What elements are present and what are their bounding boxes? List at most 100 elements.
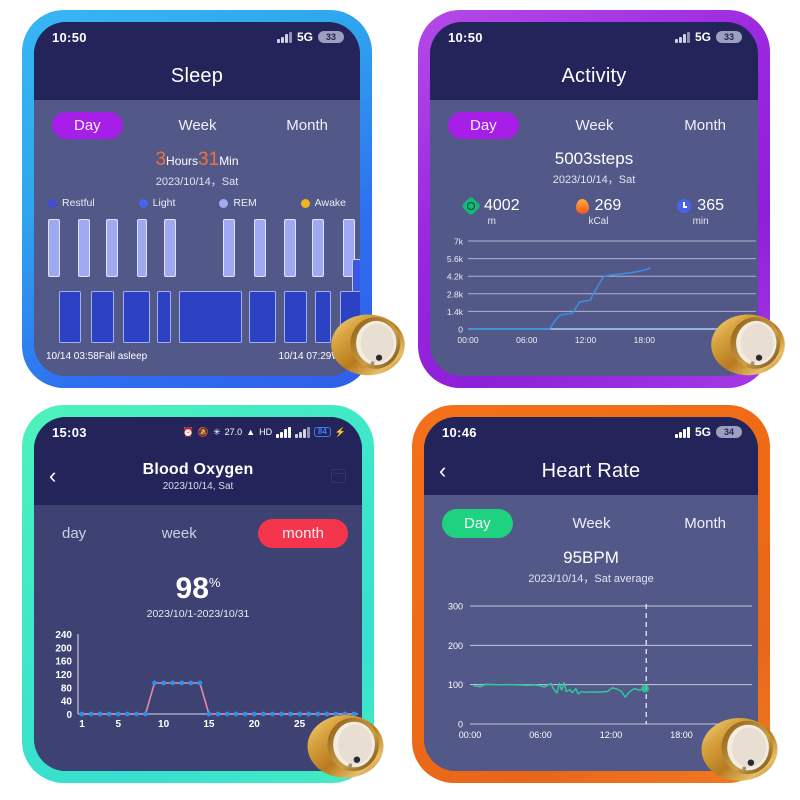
svg-text:10: 10 [158, 719, 170, 730]
sleep-bar-rem [164, 219, 176, 277]
sleep-duration: 3Hours31Min [34, 149, 360, 171]
sleep-bar-restful [157, 291, 171, 343]
heartrate-summary: 95BPM 2023/10/14，Sat average [424, 548, 758, 586]
status-bar: 15:03 ⏰ 🔕 ✳ 27.0 ▲ HD 84 ⚡ [34, 417, 362, 447]
tab-month[interactable]: Month [670, 510, 740, 537]
sleep-bar-restful [315, 291, 331, 343]
metric-unit: kCal [588, 216, 609, 227]
status-time: 10:50 [448, 29, 483, 45]
activity-summary: 5003steps 2023/10/14，Sat [430, 149, 758, 187]
network-label: 5G [694, 30, 711, 44]
svg-text:120: 120 [55, 670, 72, 681]
step-count: 5003steps [554, 149, 634, 168]
tab-bar: day week month [34, 505, 362, 554]
svg-text:15: 15 [203, 719, 215, 730]
legend-dot-rem [219, 198, 229, 208]
status-right: 5G 34 [675, 425, 742, 439]
metric-unit: m [487, 216, 496, 227]
sleep-footer: 10/14 03:58Fall asleep 10/14 07:29Wa [34, 349, 360, 362]
metric-row: 4002 [461, 196, 520, 216]
tab-month[interactable]: month [258, 519, 348, 548]
legend-dot-awake [300, 198, 310, 208]
body-sleep: Day Week Month 3Hours31Min 2023/10/14，Sa… [34, 100, 360, 376]
svg-text:06:00: 06:00 [529, 730, 552, 740]
sleep-bar-rem [312, 219, 324, 277]
sleep-bar-restful [249, 291, 276, 343]
activity-metrics: 4002 m 269 kCal 365 min [430, 196, 758, 227]
phone-frame-sleep: 10:50 5G 33 Sleep Day Week Month 3Hours3… [22, 10, 372, 388]
sleep-rem-row [46, 219, 360, 303]
status-right: ⏰ 🔕 ✳ 27.0 ▲ HD 84 ⚡ [183, 426, 346, 438]
screen-sleep: 10:50 5G 33 Sleep Day Week Month 3Hours3… [34, 22, 360, 376]
svg-text:18:00: 18:00 [634, 335, 656, 345]
sleep-bar-restful [284, 291, 307, 343]
svg-text:00:00: 00:00 [457, 335, 479, 345]
status-bar: 10:50 5G 33 [430, 22, 758, 52]
signal-icon-2 [295, 426, 310, 438]
metric-active-minutes: 365 min [677, 197, 724, 227]
tab-month[interactable]: Month [272, 112, 342, 139]
metric-value: 269 [594, 197, 622, 214]
tab-week[interactable]: Week [561, 112, 627, 139]
heartrate-chart: 0 100 200 300 00:00 06:00 12:00 18:00 24:0 [424, 596, 758, 753]
metric-distance: 4002 m [461, 196, 520, 227]
body-activity: Day Week Month 5003steps 2023/10/14，Sat … [430, 100, 758, 376]
svg-text:0: 0 [458, 325, 463, 335]
phone-frame-spo2: 15:03 ⏰ 🔕 ✳ 27.0 ▲ HD 84 ⚡ ‹ Blood Oxyge… [22, 405, 374, 783]
tab-week[interactable]: week [148, 520, 211, 547]
svg-text:12:00: 12:00 [600, 730, 623, 740]
svg-text:5: 5 [115, 719, 121, 730]
sleep-bar-rem [106, 219, 118, 277]
tab-day[interactable]: Day [52, 112, 123, 139]
svg-text:00:00: 00:00 [459, 730, 482, 740]
calendar-icon[interactable] [331, 469, 346, 483]
back-button[interactable]: ‹ [49, 465, 56, 487]
legend-label-restful: Restful [62, 197, 95, 209]
header-activity: Activity [430, 52, 758, 100]
bpm-value: 95BPM [563, 548, 619, 567]
distance-icon [461, 196, 481, 216]
metric-row: 269 [575, 197, 622, 215]
tab-day[interactable]: Day [448, 112, 519, 139]
sleep-restful-row [46, 291, 360, 343]
header-heartrate: ‹ Heart Rate [424, 447, 758, 495]
network-label: 5G [296, 30, 313, 44]
tab-day[interactable]: Day [442, 509, 513, 538]
sleep-bar-restful [91, 291, 114, 343]
panel-blood-oxygen: 15:03 ⏰ 🔕 ✳ 27.0 ▲ HD 84 ⚡ ‹ Blood Oxyge… [0, 400, 400, 800]
svg-text:160: 160 [55, 657, 72, 668]
battery-badge: 33 [318, 31, 344, 43]
tab-day[interactable]: day [48, 520, 100, 547]
sleep-stage-chart [46, 219, 360, 349]
battery-badge: 33 [716, 31, 742, 43]
heartrate-line-chart: 0 100 200 300 00:00 06:00 12:00 18:00 24:0 [448, 602, 758, 741]
tab-week[interactable]: Week [558, 510, 624, 537]
screen-activity: 10:50 5G 33 Activity Day Week Month 5003… [430, 22, 758, 376]
phone-frame-activity: 10:50 5G 33 Activity Day Week Month 5003… [418, 10, 770, 388]
sleep-bar-restful [340, 291, 360, 343]
svg-text:4.2k: 4.2k [447, 272, 464, 282]
legend-label-light: Light [152, 197, 176, 209]
spo2-line-chart: 040801201602002401 5 10 15 20 25 [55, 630, 358, 730]
status-time: 10:50 [52, 29, 87, 45]
page-title: Activity [561, 64, 627, 87]
sleep-end-time: 10/14 07:29Wa [278, 351, 346, 362]
svg-text:24:0: 24:0 [743, 730, 758, 740]
bluetooth-icon: ✳ [213, 426, 221, 437]
battery-badge: 34 [716, 426, 742, 438]
tab-week[interactable]: Week [164, 112, 230, 139]
sleep-date: 2023/10/14，Sat [155, 176, 239, 188]
screen-heartrate: 10:46 5G 34 ‹ Heart Rate Day Week Month … [424, 417, 758, 771]
svg-text:100: 100 [448, 680, 463, 690]
status-right: 5G 33 [675, 30, 742, 44]
back-button[interactable]: ‹ [439, 460, 446, 482]
svg-text:200: 200 [448, 641, 463, 651]
metric-unit: min [692, 216, 709, 227]
tab-month[interactable]: Month [670, 112, 740, 139]
battery-badge: 84 [313, 427, 331, 437]
sleep-start-time: 10/14 03:58Fall asleep [46, 351, 148, 362]
tab-bar: Day Week Month [430, 100, 758, 145]
svg-text:1.4k: 1.4k [447, 307, 464, 317]
sleep-hours: 3 [155, 149, 167, 170]
flame-icon [575, 198, 590, 214]
